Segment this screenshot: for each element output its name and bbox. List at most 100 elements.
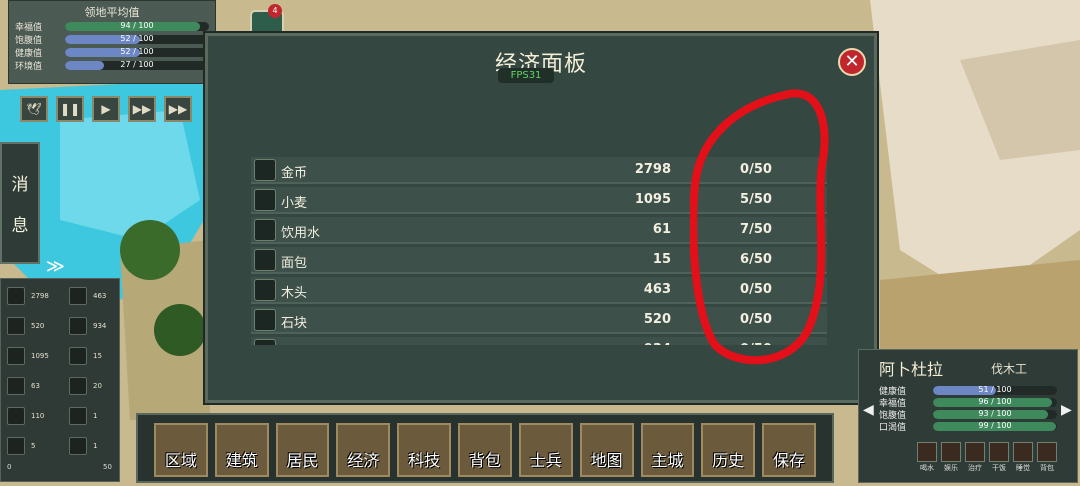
character-action-button[interactable]: 干饭 [989, 442, 1009, 473]
pause-button[interactable]: ❚❚ [56, 96, 84, 122]
character-action-label: 娱乐 [944, 464, 958, 472]
character-action-button[interactable]: 背包 [1037, 442, 1057, 473]
menu-region-button[interactable]: 区域 [154, 423, 208, 477]
fastest-forward-button[interactable]: ▶▶ [164, 96, 192, 122]
territory-stat-bar: 52 / 100 [65, 35, 209, 44]
character-stat-row: 饱腹值 93 / 100 [879, 408, 1057, 421]
menu-residents-button[interactable]: 居民 [275, 423, 330, 477]
resource-name: 石块 [281, 316, 308, 331]
territory-title: 领地平均值 [84, 6, 140, 19]
stone-icon [254, 309, 276, 331]
resource-name: 小麦 [281, 196, 308, 211]
menu-history-button[interactable]: 历史 [701, 423, 756, 477]
close-button[interactable]: ✕ [838, 48, 866, 76]
resource-amount: 2798 [634, 162, 671, 177]
iron-icon [254, 339, 276, 345]
resource-name: 饮用水 [281, 226, 321, 241]
character-stat-value: 93 / 100 [978, 409, 1012, 418]
character-panel: 阿卜杜拉 伐木工 ◀ ▶ 健康值 51 / 100 幸福值 96 / 100 饱腹值 93… [858, 349, 1078, 483]
territory-stat-value: 52 / 100 [120, 35, 154, 43]
territory-stat-label: 健康值 [15, 49, 43, 59]
water-icon [254, 219, 276, 241]
character-action-label: 喝水 [920, 464, 934, 472]
fast-forward-button[interactable]: ▶▶ [128, 96, 156, 122]
character-stat-bar: 99 / 100 [933, 421, 1057, 431]
dove-icon[interactable]: 🕊 [20, 96, 48, 122]
inventory-item-value: 2798 [31, 292, 49, 300]
entertainment-icon [941, 442, 961, 462]
main-menu-bar: 区域 建筑 居民 经济 科技 背包 士兵 地图 主城 历史 保存 [136, 413, 834, 483]
inventory-panel: 2798 463 520 934 1095 15 63 20 110 1 5 1 0 50 [0, 278, 120, 482]
menu-economy-button[interactable]: 经济 [336, 423, 391, 477]
inventory-item-value: 934 [93, 322, 107, 330]
territory-stat-row: 健康值 52 / 100 [15, 46, 209, 59]
menu-building-button[interactable]: 建筑 [214, 423, 269, 477]
wheat-icon [254, 189, 276, 211]
inventory-footer-right: 50 [103, 463, 112, 471]
red-circle-annotation [690, 89, 829, 365]
character-job: 伐木工 [991, 362, 1028, 376]
menu-soldiers-button[interactable]: 士兵 [518, 423, 573, 477]
character-stat-row: 健康值 51 / 100 [879, 384, 1057, 397]
character-action-label: 治疗 [968, 464, 982, 472]
water-icon [7, 377, 25, 395]
inventory-item-value: 1 [93, 442, 98, 450]
territory-average-panel: 领地平均值 幸福值 94 / 100 饱腹值 52 / 100 健康值 52 / 100 环… [8, 0, 216, 84]
territory-stat-value: 52 / 100 [120, 48, 154, 56]
character-action-button[interactable]: 娱乐 [941, 442, 961, 473]
backpack-icon [1037, 442, 1057, 462]
iron-icon [69, 317, 87, 335]
menu-backpack-button[interactable]: 背包 [458, 423, 512, 477]
inventory-item[interactable]: 63 [7, 377, 40, 395]
character-stat-bar: 96 / 100 [933, 397, 1057, 407]
character-stat-value: 51 / 100 [978, 385, 1012, 394]
inventory-item[interactable]: 1 [69, 407, 97, 425]
inventory-item[interactable]: 1 [69, 437, 97, 455]
menu-main-city-button[interactable]: 主城 [640, 423, 695, 477]
wood-icon [254, 279, 276, 301]
next-character-icon[interactable]: ▶ [1061, 402, 1072, 418]
inventory-item[interactable]: 520 [7, 317, 44, 335]
territory-stat-value: 27 / 100 [120, 61, 154, 69]
inventory-footer-left: 0 [7, 463, 12, 471]
inventory-item[interactable]: 110 [7, 407, 44, 425]
sword-icon [7, 407, 25, 425]
prev-character-icon[interactable]: ◀ [863, 402, 874, 418]
resource-amount: 934 [611, 342, 671, 345]
inventory-item[interactable]: 934 [69, 317, 106, 335]
character-action-button[interactable]: 治疗 [965, 442, 985, 473]
bow-icon [69, 437, 87, 455]
character-stat-bar: 51 / 100 [933, 385, 1057, 395]
coin-icon [7, 287, 25, 305]
character-action-button[interactable]: 睡觉 [1013, 442, 1033, 473]
inventory-item[interactable]: 20 [69, 377, 102, 395]
resource-amount: 15 [652, 252, 671, 267]
inventory-item[interactable]: 15 [69, 347, 102, 365]
resource-amount: 1095 [634, 192, 671, 207]
territory-stat-label: 幸福值 [15, 23, 43, 33]
character-action-label: 干饭 [992, 464, 1006, 472]
bread-icon [254, 249, 276, 271]
inventory-item[interactable]: 463 [69, 287, 106, 305]
territory-stat-row: 饱腹值 52 / 100 [15, 33, 209, 46]
inventory-item-value: 463 [93, 292, 107, 300]
game-scene: 领地平均值 幸福值 94 / 100 饱腹值 52 / 100 健康值 52 / 100 环… [0, 0, 1080, 486]
messages-button[interactable]: 消 息 [0, 142, 40, 264]
character-stat-label: 口渴值 [879, 422, 907, 433]
inventory-item-value: 1 [93, 412, 98, 420]
inventory-item[interactable]: 1095 [7, 347, 49, 365]
menu-tech-button[interactable]: 科技 [397, 423, 452, 477]
menu-save-button[interactable]: 保存 [762, 423, 816, 477]
armor-icon [69, 407, 87, 425]
character-action-label: 背包 [1040, 464, 1054, 472]
inventory-item[interactable]: 5 [7, 437, 35, 455]
play-button[interactable]: ▶ [92, 96, 120, 122]
menu-map-button[interactable]: 地图 [579, 423, 634, 477]
notification-badge: 4 [268, 4, 282, 18]
inventory-item[interactable]: 2798 [7, 287, 49, 305]
resource-name: 木头 [281, 286, 308, 301]
character-action-button[interactable]: 喝水 [917, 442, 937, 473]
character-name: 阿卜杜拉 [879, 360, 944, 379]
collapse-chevron-icon[interactable]: ≫ [46, 256, 65, 277]
water-drink-icon [917, 442, 937, 462]
